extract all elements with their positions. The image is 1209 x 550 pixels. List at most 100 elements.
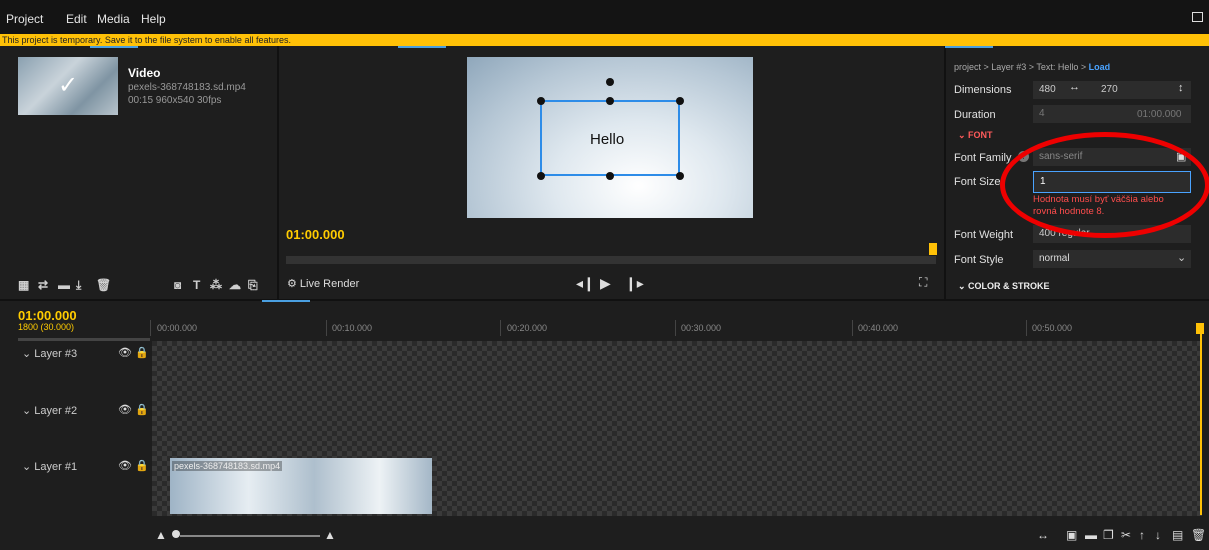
tick-mark [852, 320, 853, 336]
zoom-slider[interactable] [180, 535, 320, 537]
copy-icon[interactable]: ❐ [1103, 528, 1114, 542]
fit-width-icon[interactable]: ↔ [1037, 528, 1049, 542]
timeline-time: 01:00.000 [18, 308, 77, 323]
film-icon[interactable]: ▬ [58, 278, 70, 292]
play-icon[interactable]: ▶ [600, 275, 611, 292]
layer-2-controls: 👁 🔒 [118, 403, 149, 416]
live-render-icon: ⚙ [287, 278, 300, 290]
playhead-handle[interactable] [1196, 323, 1204, 334]
layer-2-label[interactable]: ⌄ Layer #2 [22, 404, 77, 417]
shuffle-icon[interactable]: ⇄ [38, 278, 48, 292]
media-filename: pexels-368748183.sd.mp4 [128, 82, 246, 93]
tick-label: 00:00.000 [157, 323, 198, 333]
step-forward-icon[interactable]: ❙▸ [625, 275, 644, 292]
zoom-slider-thumb[interactable] [172, 530, 180, 538]
font-size-label: Font Size [954, 176, 1001, 188]
resize-handle-t[interactable] [606, 97, 614, 105]
video-clip-label: pexels-368748183.sd.mp4 [172, 461, 283, 471]
trash-icon[interactable]: 🗑 [1191, 528, 1206, 542]
tick-label: 00:50.000 [1032, 323, 1073, 333]
font-section-label: FONT [968, 130, 993, 140]
preview-text-hello: Hello [590, 131, 625, 148]
fit-screen-icon[interactable]: ⛶ [919, 275, 927, 290]
media-title: Video [128, 66, 161, 80]
download-icon[interactable]: ⤓ [76, 278, 81, 293]
lock-icon[interactable]: 🔒 [135, 460, 149, 472]
menu-edit[interactable]: Edit [66, 12, 87, 26]
timeline-header-bar [18, 338, 150, 341]
menu-help[interactable]: Help [141, 12, 166, 26]
resize-handle-b[interactable] [606, 172, 614, 180]
tick-label: 00:40.000 [858, 323, 899, 333]
text-icon[interactable]: T [193, 278, 200, 292]
move-up-icon[interactable]: ↑ [1139, 528, 1145, 542]
scissors-icon[interactable]: ✂ [1121, 528, 1131, 542]
cloud-icon[interactable]: ☁ [229, 278, 241, 292]
grid-view-icon[interactable]: ▦ [18, 278, 29, 292]
camera-icon[interactable]: ◙ [174, 278, 181, 292]
live-render-label: Live Render [299, 278, 360, 290]
add-folder-icon[interactable]: ▣ [1066, 528, 1077, 542]
eye-icon[interactable]: 👁 [118, 460, 132, 472]
properties-tab-indicator [945, 46, 993, 48]
tick-mark [326, 320, 327, 336]
step-back-icon[interactable]: ◂❙ [576, 275, 595, 292]
zoom-in-icon[interactable]: ▲ [324, 528, 336, 542]
live-render-toggle[interactable]: ⚙ Live Render [287, 277, 359, 290]
fullscreen-icon[interactable] [1192, 12, 1203, 22]
timeline-playhead[interactable] [1200, 330, 1202, 515]
media-thumbnail[interactable]: ✓ [18, 57, 118, 115]
media-tab-indicator [90, 46, 138, 48]
font-style-select[interactable]: normal [1033, 250, 1191, 268]
move-down-icon[interactable]: ↓ [1155, 528, 1161, 542]
menu-project[interactable]: Project [6, 12, 43, 26]
link-dimensions-icon[interactable]: ↔ [1069, 81, 1080, 93]
divider [944, 46, 946, 300]
menu-media[interactable]: Media [97, 12, 130, 26]
annotation-highlight-ring [1000, 132, 1209, 238]
duration-time: 01:00.000 [1137, 109, 1182, 120]
color-stroke-section-header[interactable]: ⌄ COLOR & STROKE [958, 281, 1050, 292]
load-link[interactable]: Load [1089, 62, 1111, 72]
chevron-down-icon: ⌄ [1177, 252, 1187, 264]
chevron-down-icon: ⌄ [958, 130, 969, 140]
resize-handle-br[interactable] [676, 172, 684, 180]
resize-handle-tr[interactable] [676, 97, 684, 105]
eye-icon[interactable]: 👁 [118, 347, 132, 359]
shapes-icon[interactable]: ⁂ [210, 278, 222, 292]
layer-3-controls: 👁 🔒 [118, 346, 149, 359]
tick-label: 00:10.000 [332, 323, 373, 333]
font-style-label: Font Style [954, 254, 1004, 266]
film-icon[interactable]: ▬ [1085, 528, 1097, 542]
timeline-frames: 1800 (30.000) [18, 322, 75, 332]
checkmark-icon: ✓ [58, 72, 79, 99]
zoom-out-icon[interactable]: ▲ [155, 528, 167, 542]
trash-icon[interactable]: 🗑 [96, 278, 111, 292]
lock-icon[interactable]: 🔒 [135, 404, 149, 416]
scrubber-handle[interactable] [929, 243, 937, 255]
width-input[interactable]: 480 [1033, 81, 1095, 99]
height-input[interactable]: 270 [1095, 81, 1191, 99]
rotate-handle[interactable] [606, 78, 614, 86]
layer-3-label[interactable]: ⌄ Layer #3 [22, 347, 77, 360]
caption-icon[interactable]: ▤ [1172, 528, 1183, 542]
preview-tab-indicator [398, 46, 446, 48]
tick-mark [500, 320, 501, 336]
import-icon[interactable]: ⎘ [248, 278, 258, 293]
preview-scrubber[interactable] [286, 256, 936, 264]
layer-name: Layer #1 [34, 461, 78, 473]
resize-handle-tl[interactable] [537, 97, 545, 105]
layer-1-label[interactable]: ⌄ Layer #1 [22, 460, 77, 473]
duration-label: Duration [954, 109, 996, 121]
lock-icon[interactable]: 🔒 [135, 347, 149, 359]
divider [277, 46, 279, 300]
timeline-footer [0, 516, 1209, 550]
layer-name: Layer #3 [34, 348, 78, 360]
font-section-header[interactable]: ⌄ FONT [958, 130, 993, 141]
preview-time: 01:00.000 [286, 227, 345, 242]
eye-icon[interactable]: 👁 [118, 404, 132, 416]
layer-name: Layer #2 [34, 405, 78, 417]
resize-handle-bl[interactable] [537, 172, 545, 180]
font-family-label: Font Family [954, 152, 1012, 164]
height-arrows-icon[interactable]: ↕ [1178, 82, 1184, 94]
